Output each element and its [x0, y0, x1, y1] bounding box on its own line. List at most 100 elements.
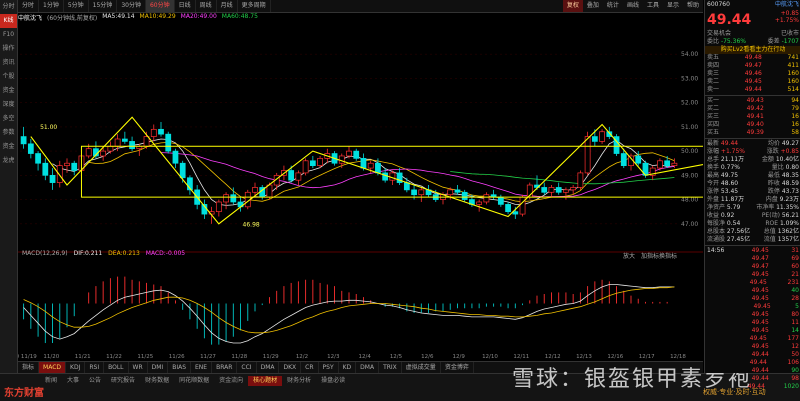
tick-volume: 12: [791, 343, 799, 350]
stat-row-0: 最新 49.44 均价 49.27: [705, 140, 800, 148]
tick-time: [707, 303, 729, 311]
order-level: 买五: [707, 129, 720, 136]
x-tick-label: 11/22: [106, 354, 122, 360]
last-price: 49.44: [707, 12, 752, 28]
tab-period-9[interactable]: 更多周期: [238, 0, 271, 12]
footer-nav-9[interactable]: 操盘必读: [316, 376, 350, 386]
chart-button-0[interactable]: 放大: [623, 252, 635, 260]
tab-period-5[interactable]: 60分钟: [145, 0, 175, 12]
stat-value: 49.44: [719, 140, 739, 147]
stat-value: 53.45: [719, 188, 739, 195]
footer-nav-1[interactable]: 大事: [62, 376, 84, 386]
toolbar-3[interactable]: 画线: [623, 0, 643, 12]
tab-period-2[interactable]: 5分钟: [64, 0, 89, 12]
candle-body: [375, 162, 381, 174]
chart-button-2[interactable]: 换指标: [659, 252, 677, 260]
tick-row-17: 49.44 1020: [705, 383, 800, 391]
footer-nav-5[interactable]: 同花顺数据: [174, 376, 214, 386]
order-volume: 741: [787, 54, 799, 61]
stock-name[interactable]: 中航沈飞: [775, 0, 799, 10]
tab-period-0[interactable]: 分时: [18, 0, 40, 12]
ma-legend-item-4: MA20:49.00: [180, 13, 217, 20]
tick-row-5: 49.45 40: [705, 287, 800, 295]
sidebar-item-0[interactable]: 分时: [0, 0, 17, 14]
footer-nav-7[interactable]: 核心题材: [248, 376, 283, 386]
stat-row-5: 今开 48.60 昨收 48.59: [705, 180, 800, 188]
lv2-link[interactable]: 购买Lv2看看主力在行动: [721, 46, 786, 54]
toolbar-4[interactable]: 工具: [643, 0, 663, 12]
sidebar-item-4[interactable]: 资讯: [0, 56, 17, 70]
tick-volume: 90: [791, 367, 799, 374]
order-volume: 94: [791, 97, 799, 104]
sidebar-item-7[interactable]: 深度: [0, 98, 17, 112]
tick-price: 49.45: [751, 343, 769, 350]
tab-period-8[interactable]: 月线: [217, 0, 238, 12]
sidebar-item-5[interactable]: 个股: [0, 70, 17, 84]
sell-book: 卖五 49.48 741 卖四 49.47 411 卖三 49.46 160 卖二 49.45 160…: [705, 54, 800, 94]
stat-value: 27.45亿: [725, 236, 751, 243]
toolbar-6[interactable]: 帮助: [683, 0, 703, 12]
tab-period-6[interactable]: 日线: [175, 0, 196, 12]
toolbar-1[interactable]: 叠加: [583, 0, 603, 12]
stat-value: +0.85: [778, 148, 799, 155]
toolbar-0[interactable]: 复权: [562, 0, 583, 12]
candle-body: [143, 136, 150, 147]
stat-label: 流值: [763, 236, 776, 243]
x-tick-label: 12/18: [670, 354, 686, 360]
tick-price: 49.45: [751, 311, 769, 318]
weibi-label: 委比: [707, 38, 720, 45]
tick-volume: 21: [791, 271, 799, 278]
footer-nav-3[interactable]: 研究报告: [106, 376, 140, 386]
sidebar-item-9[interactable]: 参数: [0, 126, 17, 140]
x-tick-label: 12/16: [607, 354, 623, 360]
candle-body: [353, 150, 360, 159]
order-price: 49.42: [746, 105, 764, 112]
sidebar-item-6[interactable]: 资金: [0, 84, 17, 98]
tick-volume: 14: [791, 327, 799, 334]
x-tick-label: 11/21: [75, 354, 91, 360]
tab-period-7[interactable]: 周线: [196, 0, 217, 12]
stat-value: 48.59: [779, 180, 799, 187]
kline-chart[interactable]: 54.0053.0052.0051.0050.0049.0048.0047.00…: [18, 22, 703, 360]
toolbar-2[interactable]: 统计: [603, 0, 623, 12]
candle-body: [56, 165, 63, 183]
toolbar-5[interactable]: 显示: [663, 0, 683, 12]
sidebar-item-11[interactable]: 龙虎: [0, 154, 17, 168]
price-change-pct: +1.75%: [774, 17, 799, 24]
y-tick-label: 53.00: [681, 75, 698, 82]
sidebar-item-10[interactable]: 资金: [0, 140, 17, 154]
ma-legend-item-5: MA60:48.75: [221, 13, 258, 20]
tick-row-9: 49.45 11: [705, 319, 800, 327]
candle-body: [20, 136, 27, 145]
lv2-link-row[interactable]: 购买Lv2看看主力在行动: [705, 46, 800, 54]
tick-price: 49.44: [749, 359, 767, 366]
tab-period-3[interactable]: 15分钟: [89, 0, 118, 12]
candle-body: [100, 150, 107, 157]
footer-nav-8[interactable]: 财务分析: [282, 376, 316, 386]
sidebar-item-8[interactable]: 多空: [0, 112, 17, 126]
chart-button-1[interactable]: 加指标: [641, 252, 659, 260]
sidebar-item-1[interactable]: K线: [0, 14, 17, 28]
x-tick-label: 12/2: [296, 354, 308, 360]
tab-period-4[interactable]: 30分钟: [117, 0, 146, 12]
tab-period-1[interactable]: 1分钟: [39, 0, 64, 12]
stat-label: 涨幅: [707, 148, 720, 155]
trade-chance[interactable]: 交易机会: [707, 30, 731, 38]
footer-nav-6[interactable]: 资金流向: [214, 376, 248, 386]
footer-nav-2[interactable]: 公告: [84, 376, 106, 386]
tick-time: [707, 359, 729, 367]
footer-nav-0[interactable]: 新闻: [40, 376, 62, 386]
tick-volume: 98: [791, 375, 799, 382]
sidebar-item-2[interactable]: F10: [0, 28, 17, 42]
tick-time: [707, 263, 729, 271]
footer-nav-4[interactable]: 财务数据: [140, 376, 174, 386]
candle-body: [114, 138, 121, 147]
sidebar-item-3[interactable]: 操作: [0, 42, 17, 56]
stat-label: 量比: [771, 164, 784, 171]
tick-row-7: 49.45 5: [705, 303, 800, 311]
order-sell-row-4: 卖一 49.44 514: [705, 86, 800, 94]
stat-label: 最新: [707, 140, 720, 147]
x-tick-label: 12/12: [545, 354, 561, 360]
tick-row-10: 49.45 14: [705, 327, 800, 335]
tick-volume: 231: [787, 279, 799, 286]
